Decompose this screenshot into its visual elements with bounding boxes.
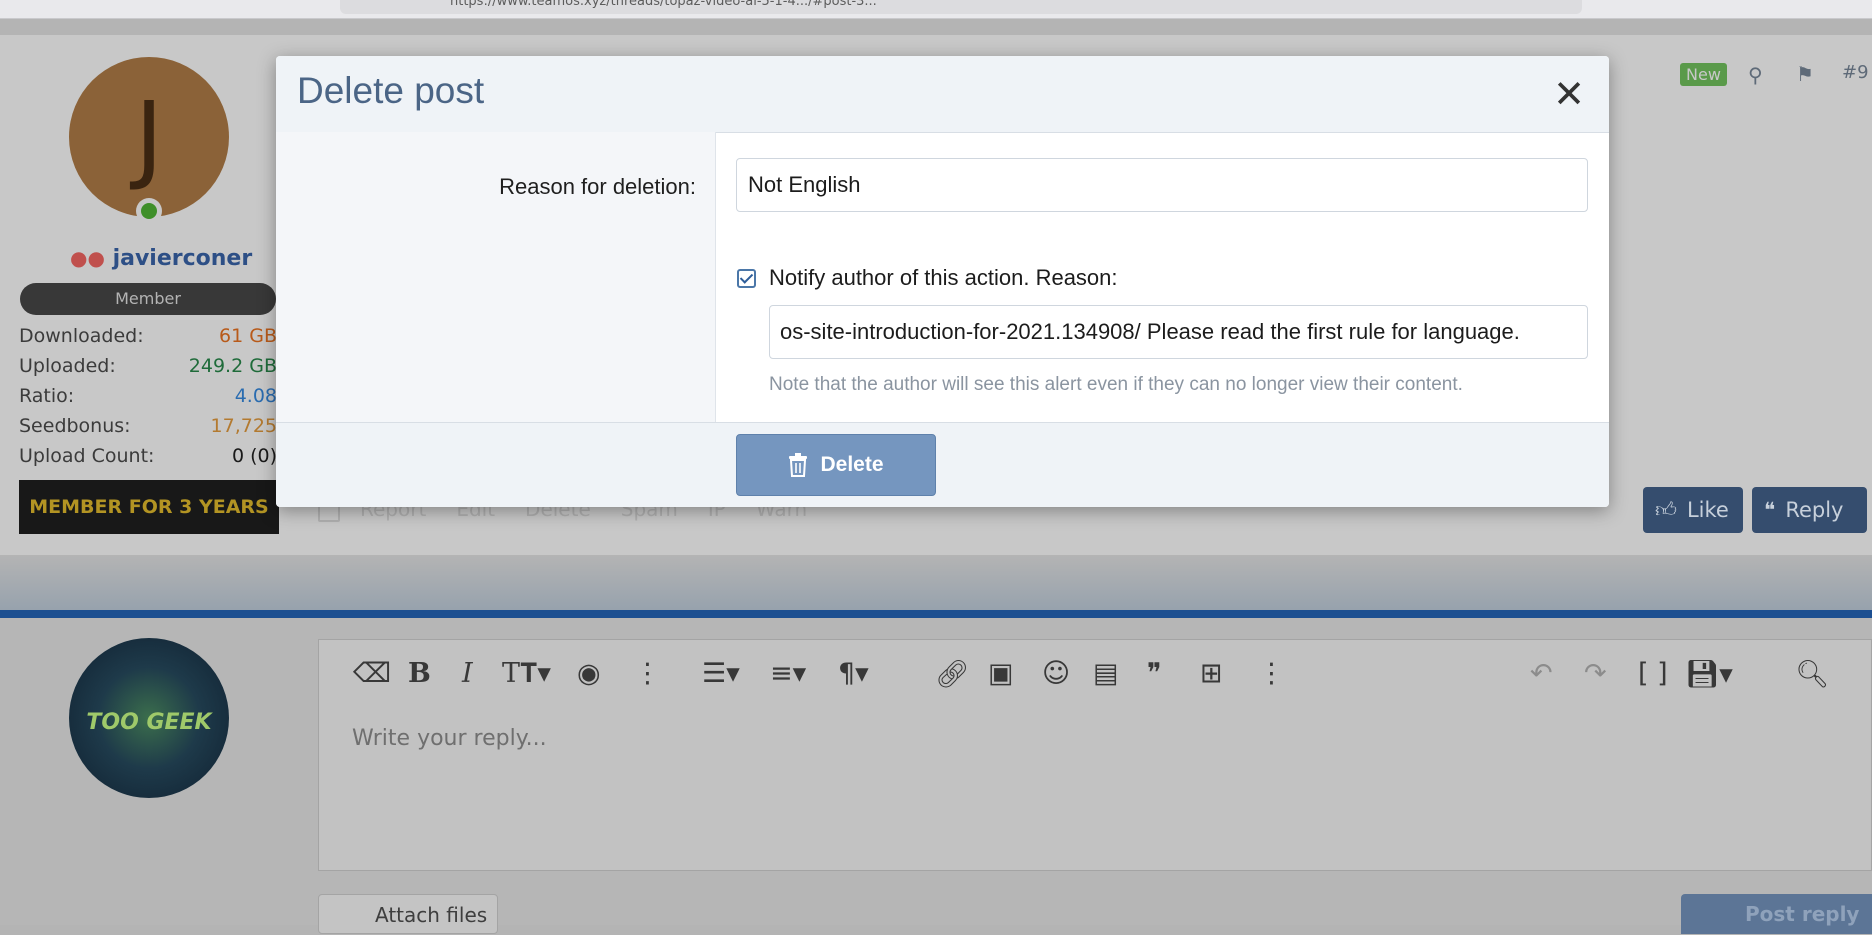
notify-reason-input[interactable]: os-site-introduction-for-2021.134908/ Pl… — [769, 305, 1588, 359]
stat-label-upload-count: Upload Count: — [19, 445, 155, 467]
user-group-icon: ●● — [70, 246, 105, 270]
stat-value-upload-count: 0 (0) — [231, 445, 277, 467]
quote-icon: ❝ — [1764, 498, 1776, 522]
italic-icon[interactable]: I — [462, 658, 473, 689]
preview-icon[interactable]: 🔍︎ — [1795, 658, 1829, 690]
media-icon[interactable]: ▤ — [1093, 658, 1119, 689]
divider — [0, 610, 1872, 618]
trash-icon — [789, 453, 808, 477]
post-reply-label: Post reply — [1745, 902, 1860, 926]
emoji-icon[interactable]: ☺ — [1042, 658, 1070, 689]
page-gap — [0, 555, 1872, 610]
address-bar-url: https://www.teamos.xyz/threads/topaz-vid… — [450, 0, 877, 9]
undo-icon[interactable]: ↶ — [1530, 658, 1553, 689]
stat-label-downloaded: Downloaded: — [19, 325, 144, 347]
clear-formatting-icon[interactable]: ⌫ — [353, 658, 391, 689]
attach-files-button[interactable]: Attach files — [318, 894, 498, 934]
delete-button[interactable]: Delete — [736, 434, 936, 496]
notify-note: Note that the author will see this alert… — [769, 374, 1463, 395]
post-reply-button[interactable]: Post reply — [1681, 894, 1872, 934]
delete-post-dialog: Delete post ✕ Reason for deletion: Not E… — [276, 56, 1609, 507]
reason-input[interactable]: Not English — [736, 158, 1588, 212]
author-avatar[interactable]: J — [69, 57, 229, 217]
author-username[interactable]: ●● javierconer — [70, 246, 252, 271]
online-status-icon — [136, 198, 162, 224]
post-number-link[interactable]: #9 — [1842, 62, 1869, 83]
toggle-bbcode-icon[interactable]: [ ] — [1638, 658, 1668, 689]
paragraph-icon[interactable]: ¶▾ — [838, 658, 869, 689]
more-insert-icon[interactable]: ⋮ — [1258, 658, 1285, 689]
text-size-icon[interactable]: T𝐓▾ — [502, 658, 551, 690]
palette-icon[interactable]: ◉ — [577, 658, 601, 689]
delete-button-label: Delete — [820, 453, 884, 476]
attach-files-label: Attach files — [375, 903, 488, 927]
stat-label-seedbonus: Seedbonus: — [19, 415, 131, 437]
reply-button[interactable]: ❝ Reply — [1752, 487, 1867, 533]
author-username-text: javierconer — [112, 246, 253, 271]
reply-button-label: Reply — [1785, 498, 1844, 522]
dialog-footer — [276, 422, 1609, 507]
tenure-badge: MEMBER FOR 3 YEARS — [19, 480, 279, 534]
notify-author-checkbox[interactable] — [737, 269, 756, 288]
current-user-avatar[interactable]: TOO GEEK — [69, 638, 229, 798]
align-icon[interactable]: ≡▾ — [770, 658, 806, 689]
user-role-badge: Member — [20, 283, 276, 315]
like-button[interactable]: 👍︎ Like — [1643, 487, 1743, 533]
dialog-title: Delete post — [297, 70, 485, 111]
like-button-label: Like — [1686, 498, 1729, 522]
close-icon[interactable]: ✕ — [1547, 72, 1591, 116]
redo-icon[interactable]: ↷ — [1584, 658, 1607, 689]
bold-icon[interactable]: B — [408, 658, 431, 689]
table-icon[interactable]: ⊞ — [1200, 658, 1223, 689]
list-icon[interactable]: ☰▾ — [702, 658, 740, 689]
stat-label-uploaded: Uploaded: — [19, 355, 116, 377]
stat-value-downloaded: 61 GB — [219, 325, 277, 347]
link-icon[interactable]: 🔗︎ — [935, 658, 969, 690]
stat-value-ratio: 4.08 — [234, 385, 277, 407]
new-badge: New — [1680, 63, 1727, 86]
drafts-icon[interactable]: 💾︎▾ — [1685, 658, 1733, 690]
reply-placeholder[interactable]: Write your reply... — [352, 726, 547, 751]
thumbs-up-icon: 👍︎ — [1655, 498, 1677, 522]
quote-block-icon[interactable]: ❞ — [1147, 658, 1162, 689]
notify-author-label[interactable]: Notify author of this action. Reason: — [769, 265, 1118, 291]
reason-label: Reason for deletion: — [499, 174, 696, 199]
more-options-icon[interactable]: ⋮ — [634, 658, 661, 689]
image-icon[interactable]: ▣ — [988, 658, 1014, 689]
avatar-logo-text: TOO GEEK — [86, 710, 212, 735]
stat-value-uploaded: 249.2 GB — [188, 355, 277, 377]
stat-label-ratio: Ratio: — [19, 385, 75, 407]
share-icon[interactable]: ⚲ — [1748, 63, 1763, 87]
stat-value-seedbonus: 17,725 — [210, 415, 277, 437]
bookmark-icon[interactable]: ⚑ — [1796, 62, 1814, 86]
